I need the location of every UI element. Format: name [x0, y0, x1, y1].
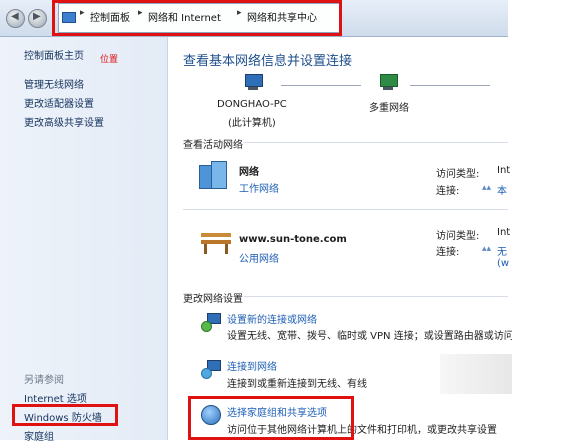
connection-link[interactable]: 无	[497, 243, 507, 258]
highlight-firewall	[12, 404, 118, 426]
signal-icon: ▴▴	[482, 244, 492, 254]
see-also-header: 另请参阅	[24, 375, 64, 386]
sidebar-item-advanced-sharing[interactable]: 更改高级共享设置	[24, 114, 104, 129]
active-networks-header: 查看活动网络	[183, 140, 243, 151]
task-connect-network[interactable]: 连接到网络	[227, 358, 277, 373]
network-type-link[interactable]: 公用网络	[239, 250, 279, 265]
connection-link-extra[interactable]: (w	[497, 258, 509, 269]
public-network-icon	[201, 232, 231, 254]
annotation-location: 位置	[100, 55, 119, 65]
blurred-region	[440, 354, 512, 394]
multiple-networks-label: 多重网络	[369, 103, 409, 114]
task-new-connection-desc: 设置无线、宽带、拨号、临时或 VPN 连接；或设置路由器或访问	[227, 331, 512, 342]
network-type-link[interactable]: 工作网络	[239, 180, 279, 195]
map-connector-line-2	[410, 85, 490, 86]
sidebar-item-manage-wireless[interactable]: 管理无线网络	[24, 76, 84, 91]
map-connector-line	[281, 85, 361, 86]
computer-icon	[242, 74, 264, 92]
access-type-value: Int	[497, 165, 511, 176]
sidebar-item-adapter-settings[interactable]: 更改适配器设置	[24, 95, 94, 110]
connect-network-icon	[201, 360, 221, 379]
divider	[244, 296, 508, 297]
page-title: 查看基本网络信息并设置连接	[183, 54, 353, 69]
work-network-icon	[197, 159, 227, 189]
change-settings-header: 更改网络设置	[183, 294, 243, 305]
connection-link[interactable]: 本	[497, 182, 507, 197]
forward-button[interactable]: ▶	[28, 9, 47, 28]
new-connection-icon	[201, 313, 221, 332]
connection-label: 连接:	[436, 186, 460, 197]
task-connect-network-desc: 连接到或重新连接到无线、有线	[227, 379, 367, 390]
computer-subtitle: (此计算机)	[228, 118, 276, 129]
highlight-breadcrumb	[52, 0, 342, 36]
back-arrow-icon: ◀	[11, 11, 19, 22]
network-icon	[377, 74, 399, 92]
access-type-label: 访问类型:	[436, 231, 480, 242]
access-type-value: Int	[497, 227, 511, 238]
connection-label: 连接:	[436, 247, 460, 258]
computer-name: DONGHAO-PC	[217, 99, 287, 110]
network-name: 网络	[239, 167, 259, 178]
sidebar-item-internet-options[interactable]: Internet 选项	[24, 390, 87, 405]
back-button[interactable]: ◀	[6, 9, 25, 28]
divider	[244, 142, 508, 143]
access-type-label: 访问类型:	[436, 169, 480, 180]
highlight-homegroup	[188, 396, 354, 440]
divider	[183, 209, 508, 210]
sidebar-item-homegroup[interactable]: 家庭组	[24, 428, 54, 443]
task-new-connection[interactable]: 设置新的连接或网络	[227, 311, 317, 326]
signal-icon: ▴▴	[482, 183, 492, 193]
network-name: www.sun-tone.com	[239, 234, 347, 245]
forward-arrow-icon: ▶	[33, 11, 41, 22]
sidebar-home[interactable]: 控制面板主页	[24, 47, 84, 62]
